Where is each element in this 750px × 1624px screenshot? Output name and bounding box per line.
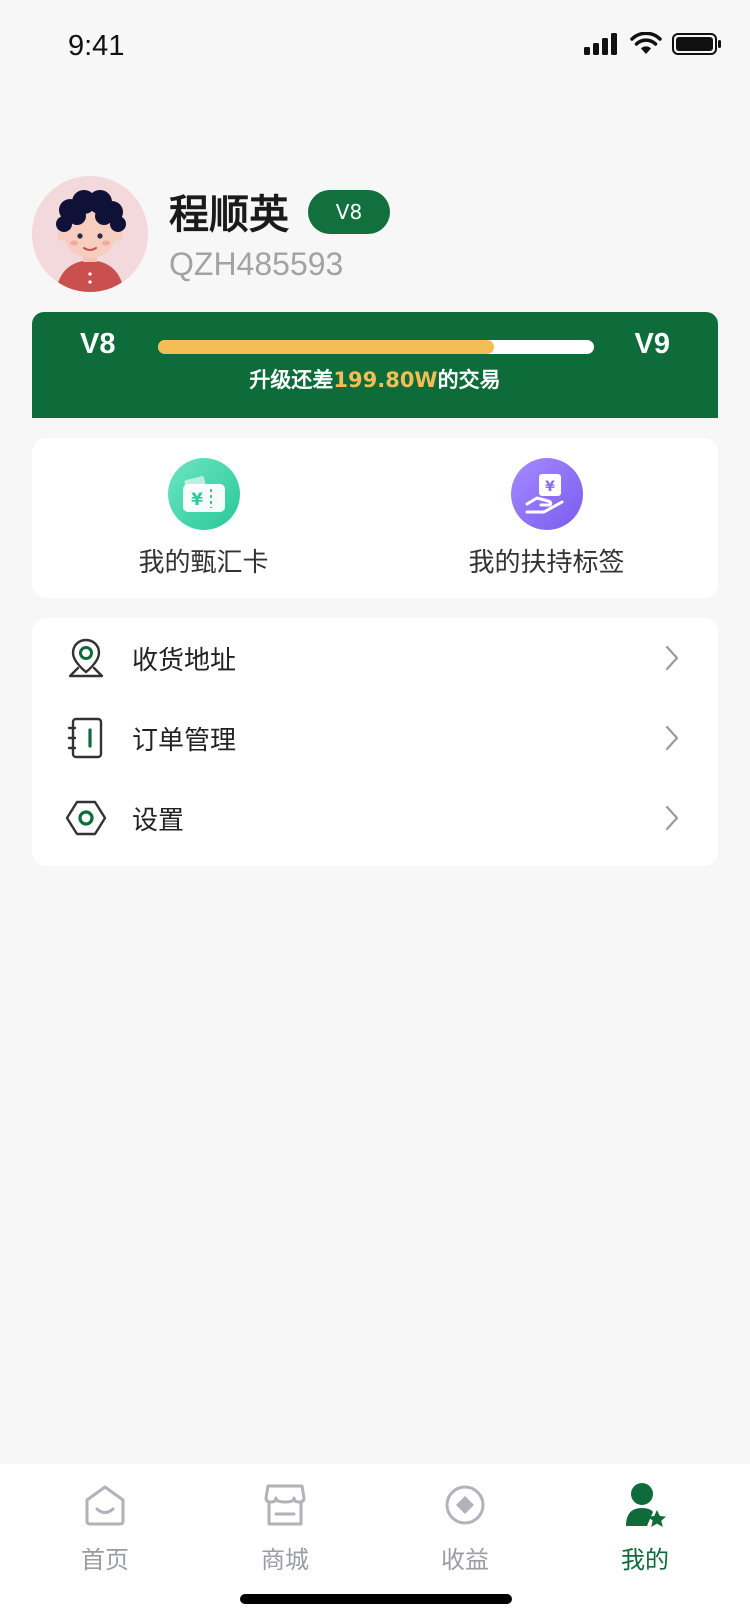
svg-text:¥: ¥ bbox=[191, 490, 203, 510]
battery-icon bbox=[672, 33, 721, 55]
profile-star-icon bbox=[626, 1483, 666, 1527]
upgrade-hint: 升级还差199.80W的交易 bbox=[32, 364, 718, 394]
avatar[interactable] bbox=[32, 176, 148, 292]
upgrade-hint-prefix: 升级还差 bbox=[249, 368, 334, 392]
upgrade-amount: 199.80W bbox=[333, 368, 438, 392]
profile-header: 程顺英 V8 QZH485593 bbox=[32, 176, 722, 296]
card-label-zhenhui: 我的甄汇卡 bbox=[138, 548, 269, 578]
chevron-right-icon bbox=[665, 725, 679, 751]
menu-item-settings[interactable]: 设置 bbox=[32, 778, 718, 858]
tab-home[interactable]: 首页 bbox=[15, 1464, 195, 1574]
wallet-card-icon: ¥ bbox=[167, 458, 240, 530]
user-id: QZH485593 bbox=[169, 246, 344, 282]
quick-cards: ¥ 我的甄汇卡 ¥ 我的扶持标签 bbox=[32, 438, 718, 598]
next-level: V9 bbox=[634, 328, 670, 360]
home-indicator bbox=[240, 1594, 512, 1604]
cellular-signal-icon bbox=[584, 33, 617, 55]
chevron-right-icon bbox=[665, 645, 679, 671]
status-bar: 9:41 bbox=[0, 0, 750, 100]
tab-store[interactable]: 商城 bbox=[195, 1464, 375, 1574]
notebook-icon bbox=[67, 717, 103, 759]
earnings-icon bbox=[445, 1485, 485, 1525]
tab-label-earnings: 收益 bbox=[441, 1546, 489, 1574]
level-progress-bar bbox=[158, 340, 594, 354]
menu-item-orders[interactable]: 订单管理 bbox=[32, 698, 718, 778]
level-progress-fill bbox=[158, 340, 494, 354]
user-name: 程顺英 bbox=[169, 192, 289, 238]
tab-label-store: 商城 bbox=[261, 1546, 309, 1574]
tab-label-profile: 我的 bbox=[621, 1546, 669, 1574]
level-badge: V8 bbox=[308, 190, 390, 234]
menu-label-settings: 设置 bbox=[132, 806, 185, 836]
store-icon bbox=[264, 1484, 306, 1526]
card-item-support-tags[interactable]: ¥ 我的扶持标签 bbox=[375, 438, 718, 598]
menu-label-address: 收货地址 bbox=[132, 646, 237, 676]
tab-earnings[interactable]: 收益 bbox=[375, 1464, 555, 1574]
menu-label-orders: 订单管理 bbox=[132, 726, 237, 756]
tab-profile[interactable]: 我的 bbox=[555, 1464, 735, 1574]
svg-text:¥: ¥ bbox=[545, 479, 555, 495]
home-icon bbox=[85, 1485, 125, 1526]
level-progress-card: V8 V9 升级还差199.80W的交易 bbox=[32, 312, 718, 418]
status-time: 9:41 bbox=[68, 30, 125, 62]
card-item-zhenhui[interactable]: ¥ 我的甄汇卡 bbox=[32, 438, 375, 598]
current-level: V8 bbox=[80, 328, 116, 360]
settings-hexagon-icon bbox=[65, 800, 107, 836]
menu-list: 收货地址 订单管理 设置 bbox=[32, 618, 718, 866]
wifi-icon bbox=[630, 32, 662, 54]
tab-label-home: 首页 bbox=[81, 1546, 129, 1574]
card-label-support-tags: 我的扶持标签 bbox=[468, 548, 625, 578]
menu-item-address[interactable]: 收货地址 bbox=[32, 618, 718, 698]
chevron-right-icon bbox=[665, 805, 679, 831]
upgrade-hint-suffix: 的交易 bbox=[437, 368, 501, 392]
avatar-illustration-icon bbox=[32, 176, 148, 292]
status-icons bbox=[584, 32, 722, 56]
hand-coin-icon: ¥ bbox=[510, 458, 583, 530]
location-pin-icon bbox=[68, 638, 104, 678]
